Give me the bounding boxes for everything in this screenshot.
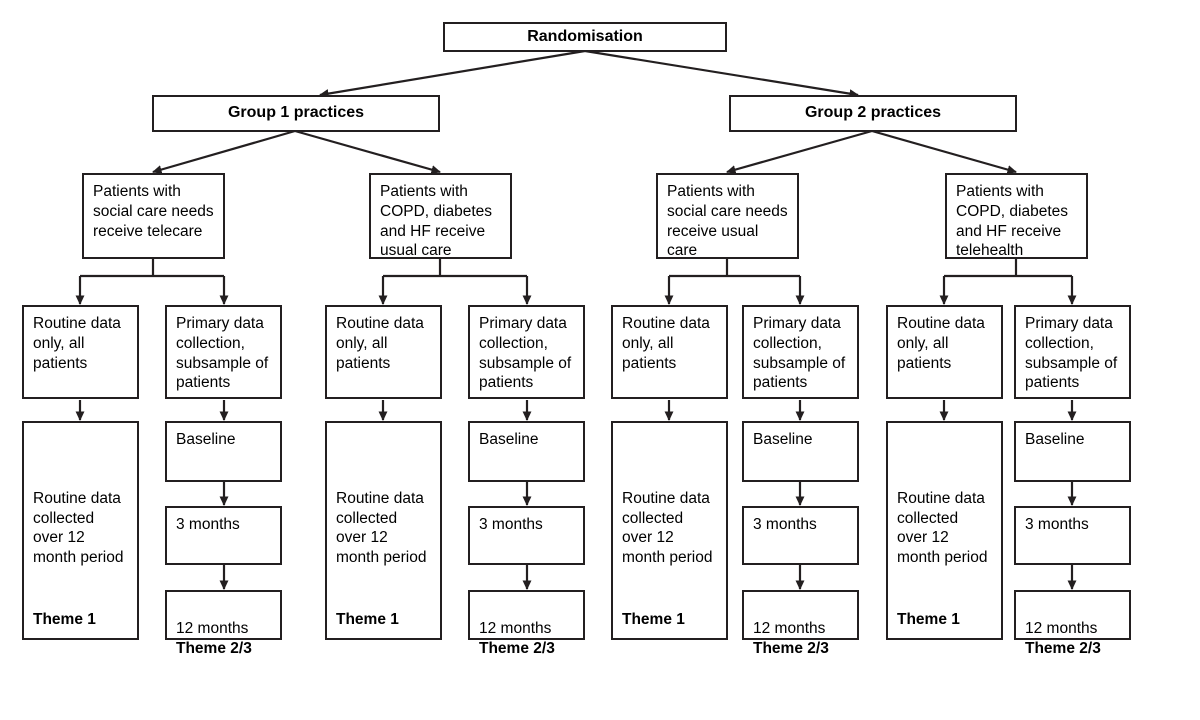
node-intervention-usual-care-social-g2[interactable]: Patients with social care needs receive … [656,173,799,259]
node-routine-data-only-4[interactable]: Routine data only, all patients [886,305,1003,399]
edge-group2-to-telehealth [871,129,1017,174]
theme-2-3-label-1: Theme 2/3 [176,639,252,657]
node-primary-data-collection-1[interactable]: Primary data collection, subsample of pa… [165,305,282,399]
node-routine-collected-12m-3-text: Routine data collected over 12 month per… [622,489,713,567]
node-baseline-3[interactable]: Baseline [742,421,859,482]
theme-label-3: Theme 1 [622,611,685,629]
node-routine-collected-12m-1[interactable]: Routine data collected over 12 month per… [22,421,139,640]
node-3-months-2[interactable]: 3 months [468,506,585,565]
node-group-1-practices[interactable]: Group 1 practices [152,95,440,132]
node-12-months-3[interactable]: 12 months Theme 2/3 [742,590,859,657]
node-intervention-telecare[interactable]: Patients with social care needs receive … [82,173,225,259]
theme-label-1: Theme 1 [33,611,96,629]
node-baseline-2[interactable]: Baseline [468,421,585,482]
edge-group2-to-usualcare-social [726,129,873,174]
node-12-months-3-label: 12 months [753,619,826,637]
node-12-months-2-label: 12 months [479,619,552,637]
node-group-1-practices-label: Group 1 practices [227,104,365,122]
node-3-months-4[interactable]: 3 months [1014,506,1131,565]
node-12-months-1-label: 12 months [176,619,249,637]
node-primary-data-collection-3[interactable]: Primary data collection, subsample of pa… [742,305,859,399]
node-intervention-telehealth[interactable]: Patients with COPD, diabetes and HF rece… [945,173,1088,259]
node-routine-collected-12m-1-text: Routine data collected over 12 month per… [33,489,124,567]
flowchart-diagram: Randomisation Group 1 practices Group 2 … [0,0,1200,720]
node-group-2-practices-label: Group 2 practices [804,104,942,122]
edge-group1-to-telecare [152,129,296,174]
node-routine-data-only-3[interactable]: Routine data only, all patients [611,305,728,399]
edge-randomisation-to-group2 [584,49,859,99]
theme-2-3-label-3: Theme 2/3 [753,639,829,657]
node-randomisation[interactable]: Randomisation [443,22,727,52]
node-intervention-usual-care-health-g1[interactable]: Patients with COPD, diabetes and HF rece… [369,173,512,259]
node-12-months-1[interactable]: 12 months Theme 2/3 [165,590,282,657]
node-group-2-practices[interactable]: Group 2 practices [729,95,1017,132]
theme-2-3-label-2: Theme 2/3 [479,639,555,657]
node-baseline-1[interactable]: Baseline [165,421,282,482]
node-3-months-1[interactable]: 3 months [165,506,282,565]
theme-2-3-label-4: Theme 2/3 [1025,639,1101,657]
node-routine-collected-12m-4[interactable]: Routine data collected over 12 month per… [886,421,1003,640]
node-routine-collected-12m-3[interactable]: Routine data collected over 12 month per… [611,421,728,640]
node-primary-data-collection-4[interactable]: Primary data collection, subsample of pa… [1014,305,1131,399]
theme-label-2: Theme 1 [336,611,399,629]
node-randomisation-label: Randomisation [527,27,643,45]
node-12-months-2[interactable]: 12 months Theme 2/3 [468,590,585,657]
node-routine-collected-12m-2-text: Routine data collected over 12 month per… [336,489,427,567]
node-routine-data-only-2[interactable]: Routine data only, all patients [325,305,442,399]
edge-randomisation-to-group1 [319,49,586,99]
node-routine-collected-12m-4-text: Routine data collected over 12 month per… [897,489,988,567]
node-primary-data-collection-2[interactable]: Primary data collection, subsample of pa… [468,305,585,399]
theme-label-4: Theme 1 [897,611,960,629]
node-12-months-4[interactable]: 12 months Theme 2/3 [1014,590,1131,657]
node-routine-data-only-1[interactable]: Routine data only, all patients [22,305,139,399]
node-3-months-3[interactable]: 3 months [742,506,859,565]
node-routine-collected-12m-2[interactable]: Routine data collected over 12 month per… [325,421,442,640]
node-baseline-4[interactable]: Baseline [1014,421,1131,482]
edge-group1-to-usualcare-health [294,129,441,174]
node-12-months-4-label: 12 months [1025,619,1098,637]
